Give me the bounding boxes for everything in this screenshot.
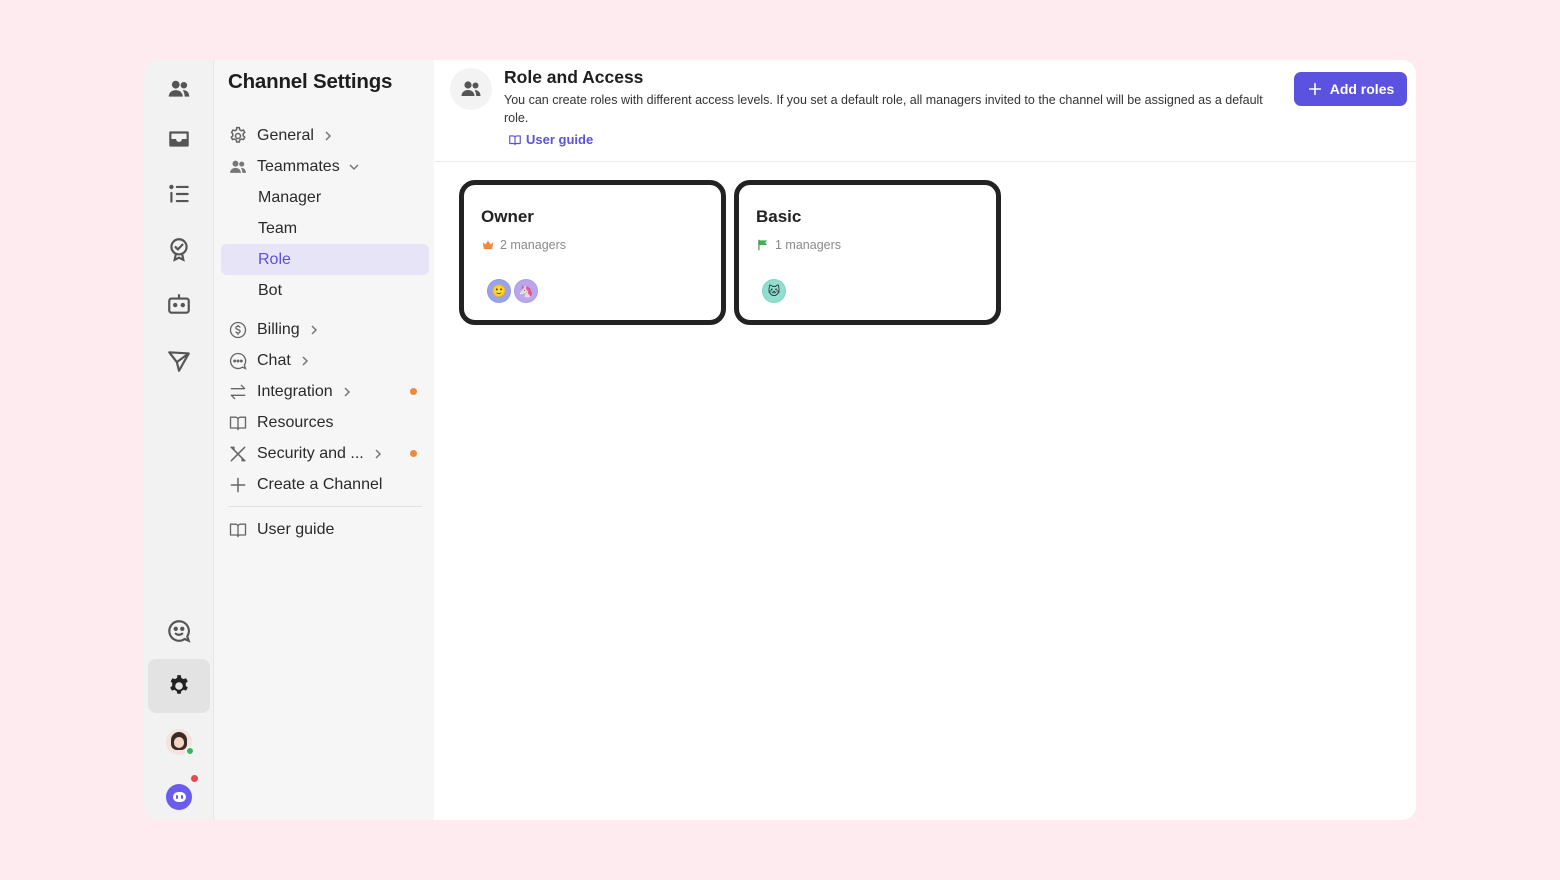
gear-icon bbox=[170, 675, 188, 694]
rail-bot-button[interactable] bbox=[148, 277, 210, 331]
user-guide-label: User guide bbox=[526, 132, 594, 147]
chevron-down-icon bbox=[348, 161, 360, 173]
inbox-icon bbox=[169, 131, 189, 147]
sidebar-item-role[interactable]: Role bbox=[221, 244, 429, 275]
sidebar-item-teammates[interactable]: Teammates bbox=[221, 151, 429, 182]
book-icon bbox=[227, 519, 249, 541]
list-icon bbox=[169, 184, 189, 203]
page-description: You can create roles with different acce… bbox=[504, 93, 1263, 125]
avatar: 🙂 bbox=[487, 279, 511, 303]
chevron-right-icon bbox=[341, 386, 353, 398]
sidebar-item-label: Chat bbox=[257, 351, 291, 369]
add-roles-label: Add roles bbox=[1329, 81, 1395, 97]
role-avatars: 🐱 bbox=[762, 279, 789, 303]
avatar bbox=[166, 729, 195, 756]
sidebar-title: Channel Settings bbox=[228, 70, 393, 93]
sidebar-item-label: User guide bbox=[257, 520, 335, 538]
rail-list-button[interactable] bbox=[148, 167, 210, 221]
user-guide-link[interactable]: User guide bbox=[508, 132, 593, 147]
book-icon bbox=[509, 134, 521, 145]
settings-sidebar: Channel Settings General Teammates Manag… bbox=[214, 60, 434, 820]
arrows-swap-icon bbox=[227, 381, 249, 403]
sidebar-item-label: Security and ... bbox=[257, 444, 364, 462]
sidebar-item-label: Role bbox=[258, 250, 291, 268]
bot-icon bbox=[168, 294, 190, 314]
online-status-icon bbox=[185, 746, 195, 756]
sidebar-item-label: General bbox=[257, 126, 314, 144]
channel-logo-icon bbox=[166, 775, 198, 810]
sidebar-item-integration[interactable]: Integration bbox=[221, 376, 429, 407]
add-roles-button[interactable]: Add roles bbox=[1294, 72, 1407, 106]
plus-icon bbox=[1308, 82, 1321, 96]
sidebar-item-label: Teammates bbox=[257, 157, 340, 175]
rail-contacts-button[interactable] bbox=[148, 62, 210, 116]
badge-check-icon bbox=[170, 238, 188, 262]
sidebar-item-resources[interactable]: Resources bbox=[221, 407, 429, 438]
sidebar-item-user-guide[interactable]: User guide bbox=[221, 514, 429, 545]
sidebar-item-label: Bot bbox=[258, 281, 283, 299]
role-avatars: 🙂 🦄 bbox=[487, 279, 541, 303]
app-window: Channel Settings General Teammates Manag… bbox=[144, 60, 1416, 820]
rail-support-button[interactable] bbox=[148, 604, 210, 658]
users-icon bbox=[450, 68, 492, 110]
role-card-owner[interactable]: Owner 2 managers 🙂 🦄 bbox=[459, 180, 726, 325]
sidebar-item-label: Team bbox=[258, 219, 298, 237]
sidebar-divider bbox=[228, 506, 422, 507]
notification-dot bbox=[410, 450, 417, 457]
channel-switch-button[interactable] bbox=[148, 770, 210, 820]
rail-inbox-button[interactable] bbox=[148, 112, 210, 166]
crown-icon bbox=[482, 240, 494, 250]
dollar-icon bbox=[227, 319, 249, 341]
book-icon bbox=[227, 412, 249, 434]
chevron-right-icon bbox=[299, 355, 311, 367]
user-avatar-button[interactable] bbox=[148, 715, 210, 769]
sidebar-item-general[interactable]: General bbox=[221, 120, 429, 151]
role-name: Basic bbox=[756, 207, 802, 226]
sidebar-item-chat[interactable]: Chat bbox=[221, 345, 429, 376]
sidebar-item-label: Manager bbox=[258, 188, 322, 206]
rail-settings-button[interactable] bbox=[148, 659, 210, 713]
role-manager-count: 1 managers bbox=[756, 238, 841, 252]
plus-icon bbox=[227, 474, 249, 496]
sidebar-item-label: Integration bbox=[257, 382, 333, 400]
sidebar-item-billing[interactable]: Billing bbox=[221, 314, 429, 345]
gear-icon bbox=[227, 125, 249, 147]
role-card-basic[interactable]: Basic 1 managers 🐱 bbox=[734, 180, 1001, 325]
page-header: Role and Access You can create roles wit… bbox=[434, 60, 1416, 162]
avatar: 🐱 bbox=[762, 279, 786, 303]
avatar: 🦄 bbox=[514, 279, 538, 303]
role-manager-count: 2 managers bbox=[481, 238, 566, 252]
sidebar-item-label: Resources bbox=[257, 413, 334, 431]
sidebar-item-manager[interactable]: Manager bbox=[221, 182, 429, 213]
role-count-text: 2 managers bbox=[500, 238, 567, 252]
users-icon bbox=[227, 156, 249, 178]
chevron-right-icon bbox=[372, 448, 384, 460]
role-count-text: 1 managers bbox=[775, 238, 842, 252]
send-icon bbox=[168, 351, 190, 372]
sidebar-item-security[interactable]: Security and ... bbox=[221, 438, 429, 469]
chat-smile-icon bbox=[168, 620, 191, 643]
rail-send-button[interactable] bbox=[148, 334, 210, 388]
tools-icon bbox=[227, 443, 249, 465]
notification-dot-icon bbox=[191, 775, 198, 782]
rail-badge-button[interactable] bbox=[148, 222, 210, 276]
chevron-right-icon bbox=[322, 130, 334, 142]
users-icon bbox=[168, 80, 190, 97]
sidebar-item-bot[interactable]: Bot bbox=[221, 275, 429, 306]
main-content: Role and Access You can create roles wit… bbox=[434, 60, 1416, 820]
page-title: Role and Access bbox=[504, 67, 644, 87]
chevron-right-icon bbox=[308, 324, 320, 336]
sidebar-item-label: Create a Channel bbox=[257, 475, 383, 493]
notification-dot bbox=[410, 388, 417, 395]
chat-bubble-icon bbox=[227, 350, 249, 372]
sidebar-item-label: Billing bbox=[257, 320, 300, 338]
flag-icon bbox=[758, 239, 768, 251]
icon-rail bbox=[144, 60, 214, 820]
sidebar-item-create-channel[interactable]: Create a Channel bbox=[221, 469, 429, 500]
sidebar-item-team[interactable]: Team bbox=[221, 213, 429, 244]
role-name: Owner bbox=[481, 207, 534, 226]
